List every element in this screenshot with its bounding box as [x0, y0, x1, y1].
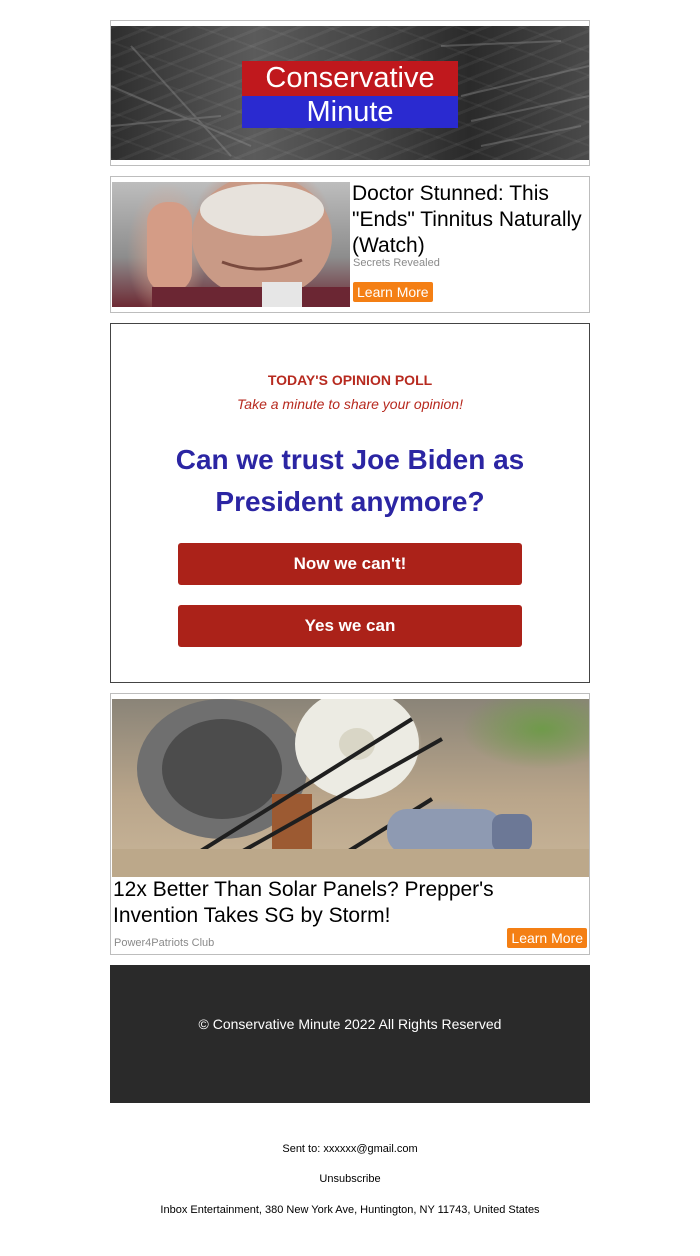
- poll-subtitle: Take a minute to share your opinion!: [237, 396, 463, 412]
- opinion-poll: TODAY'S OPINION POLL Take a minute to sh…: [110, 323, 590, 683]
- ad-tinnitus-learn-more-button[interactable]: Learn More: [353, 282, 433, 302]
- header-banner-image[interactable]: Conservative Minute: [111, 26, 589, 160]
- ad-solar[interactable]: 12x Better Than Solar Panels? Prepper's …: [110, 693, 590, 955]
- ad-solar-headline[interactable]: 12x Better Than Solar Panels? Prepper's …: [113, 877, 583, 929]
- ad-tinnitus-headline[interactable]: Doctor Stunned: This "Ends" Tinnitus Nat…: [352, 181, 582, 259]
- poll-option-now-we-cant-button[interactable]: Now we can't!: [178, 543, 522, 585]
- ad-tinnitus-source: Secrets Revealed: [353, 257, 440, 269]
- poll-question: Can we trust Joe Biden as President anym…: [175, 444, 525, 517]
- logo-line-1: Conservative: [242, 61, 458, 96]
- sent-to-text: Sent to: xxxxxx@gmail.com: [282, 1143, 418, 1155]
- ad-tinnitus[interactable]: Doctor Stunned: This "Ends" Tinnitus Nat…: [110, 176, 590, 313]
- copyright-text: © Conservative Minute 2022 All Rights Re…: [198, 1016, 502, 1032]
- ad-solar-source: Power4Patriots Club: [114, 937, 215, 949]
- logo-line-2: Minute: [242, 96, 458, 128]
- ad-solar-learn-more-button[interactable]: Learn More: [507, 928, 587, 948]
- poll-option-yes-we-can-button[interactable]: Yes we can: [178, 605, 522, 647]
- header: Conservative Minute: [110, 20, 590, 166]
- ad-tinnitus-image[interactable]: [112, 182, 350, 307]
- unsubscribe-link[interactable]: Unsubscribe: [0, 1173, 700, 1185]
- mailing-address: Inbox Entertainment, 380 New York Ave, H…: [160, 1204, 540, 1216]
- ad-solar-image[interactable]: [112, 699, 589, 877]
- poll-label: TODAY'S OPINION POLL: [267, 372, 433, 388]
- footer: © Conservative Minute 2022 All Rights Re…: [110, 965, 590, 1103]
- generator-device-image: [112, 699, 589, 877]
- man-holding-ear-image: [147, 182, 350, 307]
